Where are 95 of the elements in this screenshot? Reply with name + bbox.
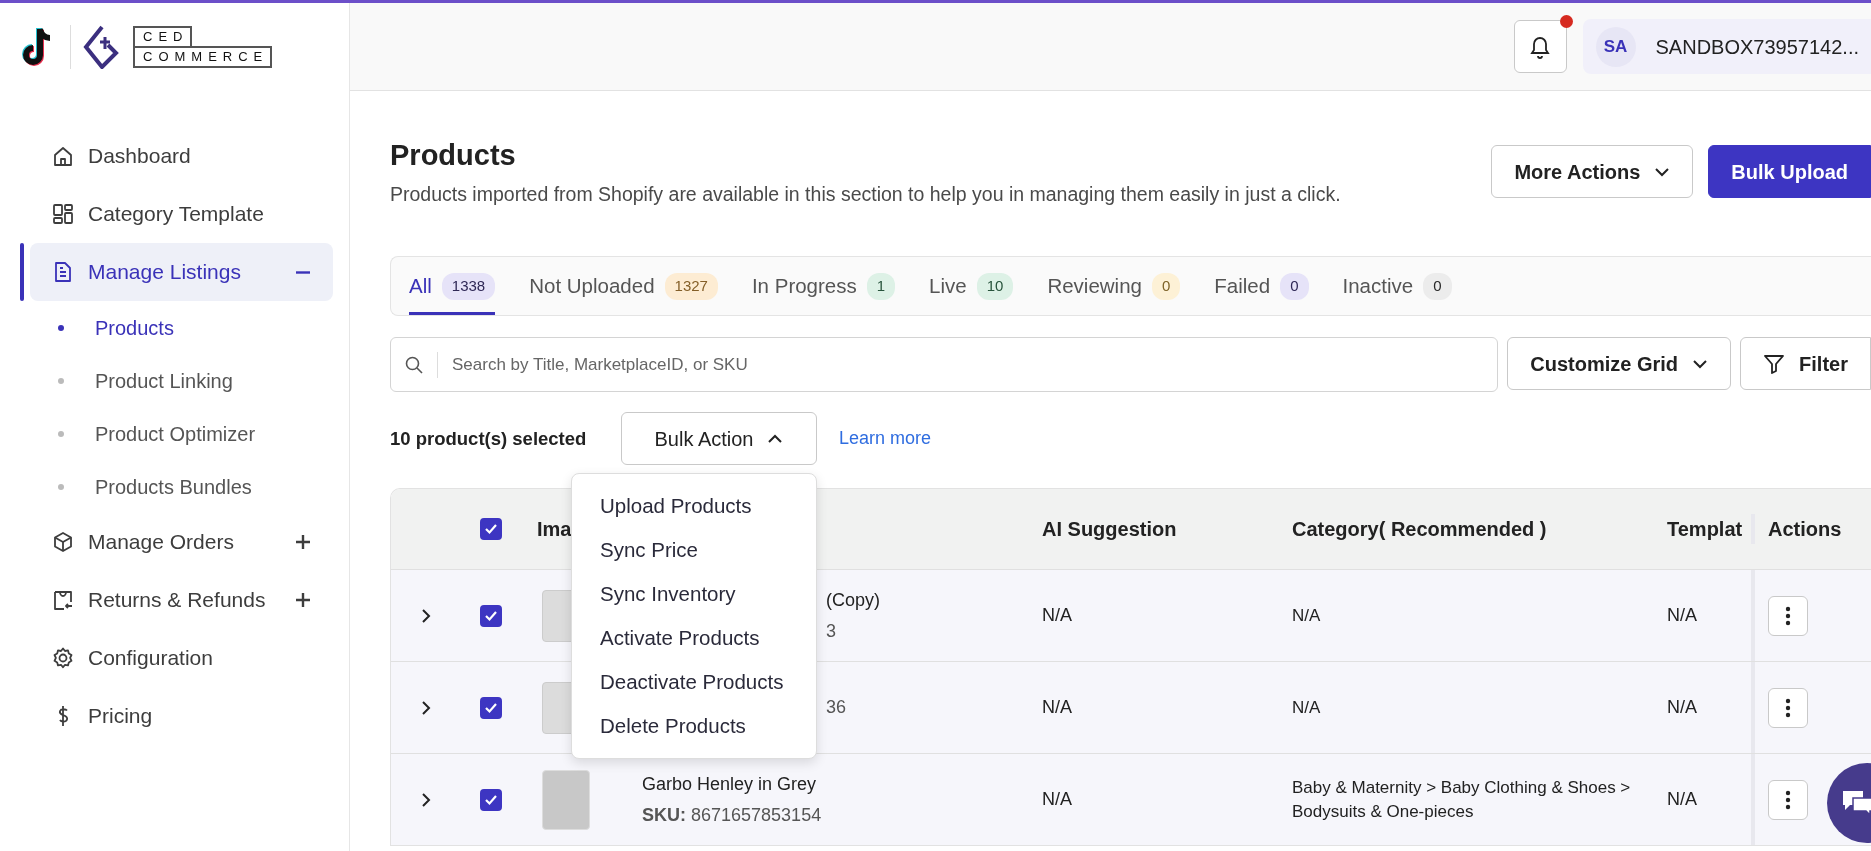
check-icon [484,701,498,714]
column-header: Actions [1768,517,1842,543]
page-title: Products [390,138,517,173]
table-cell-text: N/A [1042,788,1072,812]
sidebar-subitem[interactable]: Products [20,301,333,354]
tab[interactable]: Reviewing 0 [1047,257,1181,316]
row-actions-button[interactable] [1768,595,1808,636]
layout-icon [52,203,74,225]
search-field[interactable]: Search by Title, MarketplaceID, or SKU [390,337,1499,393]
page-subtitle: Products imported from Shopify are available in this section to help you in managing them easily in just a click. [390,182,1341,207]
filter-button[interactable]: Filter [1740,337,1871,391]
bullet-icon [58,430,64,437]
column-header: Category( Recommended ) [1292,517,1547,543]
menu-item[interactable]: Activate Products [572,616,816,661]
logo-text: COMMERCE [133,46,273,68]
sidebar-item[interactable]: Manage Orders [30,513,333,571]
product-sku: SKU: 8671657853154 [642,803,822,827]
notification-button[interactable] [1513,20,1567,73]
bag-return-icon [52,589,74,611]
selection-count: 10 product(s) selected [390,426,588,451]
learn-more-link[interactable]: Learn more [839,425,932,453]
user-name: SANDBOX73957142... [1655,34,1859,60]
sidebar-item[interactable]: Category Template [30,185,333,243]
check-icon [484,609,498,622]
count-badge: 10 [976,273,1014,300]
cube-icon [52,531,74,553]
row-actions-button[interactable] [1768,779,1808,820]
kebab-menu-icon [1785,605,1791,626]
table-cell-text: N/A [1292,604,1322,627]
bullet-icon [58,483,64,490]
count-badge: 0 [1423,273,1452,300]
menu-item[interactable]: Delete Products [572,704,816,749]
bulk-action-dropdown[interactable]: Bulk Action [621,412,817,466]
checkbox[interactable] [480,788,502,811]
document-icon [52,261,74,283]
logo-text: CED [133,26,193,48]
user-menu[interactable]: SA SANDBOX73957142... [1582,19,1871,74]
check-icon [484,793,498,806]
sidebar-subitem[interactable]: Products Bundles [20,460,333,513]
chevron-down-icon [1654,166,1671,177]
tab[interactable]: All 1338 [409,257,496,316]
checkbox[interactable] [480,696,502,719]
row-actions-button[interactable] [1768,687,1808,728]
sidebar-subitem[interactable]: Product Optimizer [20,407,333,460]
photo-placeholder [542,769,590,830]
sidebar-item[interactable]: Pricing [30,687,333,745]
check-icon [484,523,498,536]
sidebar-subitem[interactable]: Product Linking [20,354,333,407]
column-header: Ima [537,517,572,543]
table-cell-text: Baby & Maternity > Baby Clothing & Shoes > Bodysuits & One-pieces [1292,776,1632,823]
diamond-logo-icon [83,25,121,69]
count-badge: 1338 [441,273,496,300]
tab[interactable]: Not Uploaded 1327 [529,257,718,316]
sidebar-item[interactable]: Dashboard [30,127,333,185]
bullet-icon [58,377,64,384]
menu-item[interactable]: Sync Price [572,528,816,573]
gear-icon [52,647,74,669]
count-badge: 1 [866,273,896,300]
column-header: AI Suggestion [1042,517,1177,543]
kebab-menu-icon [1785,789,1791,810]
count-badge: 0 [1151,273,1181,300]
tab[interactable]: In Progress 1 [751,257,896,316]
product-title: Garbo Henley in Grey [642,772,818,796]
chevron-down-icon [1692,358,1709,369]
table-cell-text: N/A [1667,696,1697,720]
kebab-menu-icon [1785,697,1791,718]
bulk-upload-button[interactable]: Bulk Upload [1708,145,1871,198]
filter-icon [1763,352,1786,375]
table-cell-text: N/A [1292,696,1322,719]
search-icon [405,355,423,374]
product-sku: 3 [826,619,837,643]
column-header: Templat [1667,517,1743,543]
tab[interactable]: Inactive 0 [1342,257,1452,316]
tab[interactable]: Failed 0 [1214,257,1309,316]
sidebar-item[interactable]: Configuration [30,629,333,687]
table-cell-text: N/A [1042,604,1072,628]
more-actions-button[interactable]: More Actions [1491,145,1694,198]
user-avatar: SA [1595,26,1636,67]
checkbox[interactable] [480,518,502,541]
menu-item[interactable]: Deactivate Products [572,660,816,705]
product-sku: 36 [826,696,847,720]
product-title: (Copy) [826,588,880,612]
count-badge: 1327 [664,273,718,300]
sidebar-item[interactable]: Returns & Refunds [30,571,333,629]
table-cell-text: N/A [1667,788,1697,812]
menu-item[interactable]: Upload Products [572,484,816,529]
menu-item[interactable]: Sync Inventory [572,572,816,617]
customize-grid-button[interactable]: Customize Grid [1507,337,1732,391]
count-badge: 0 [1280,273,1309,300]
tab[interactable]: Live 10 [929,257,1014,316]
table-cell-text: N/A [1042,696,1072,720]
house-icon [52,145,74,167]
checkbox[interactable] [480,604,502,627]
bullet-icon [58,324,64,331]
table-cell-text: N/A [1667,604,1697,628]
